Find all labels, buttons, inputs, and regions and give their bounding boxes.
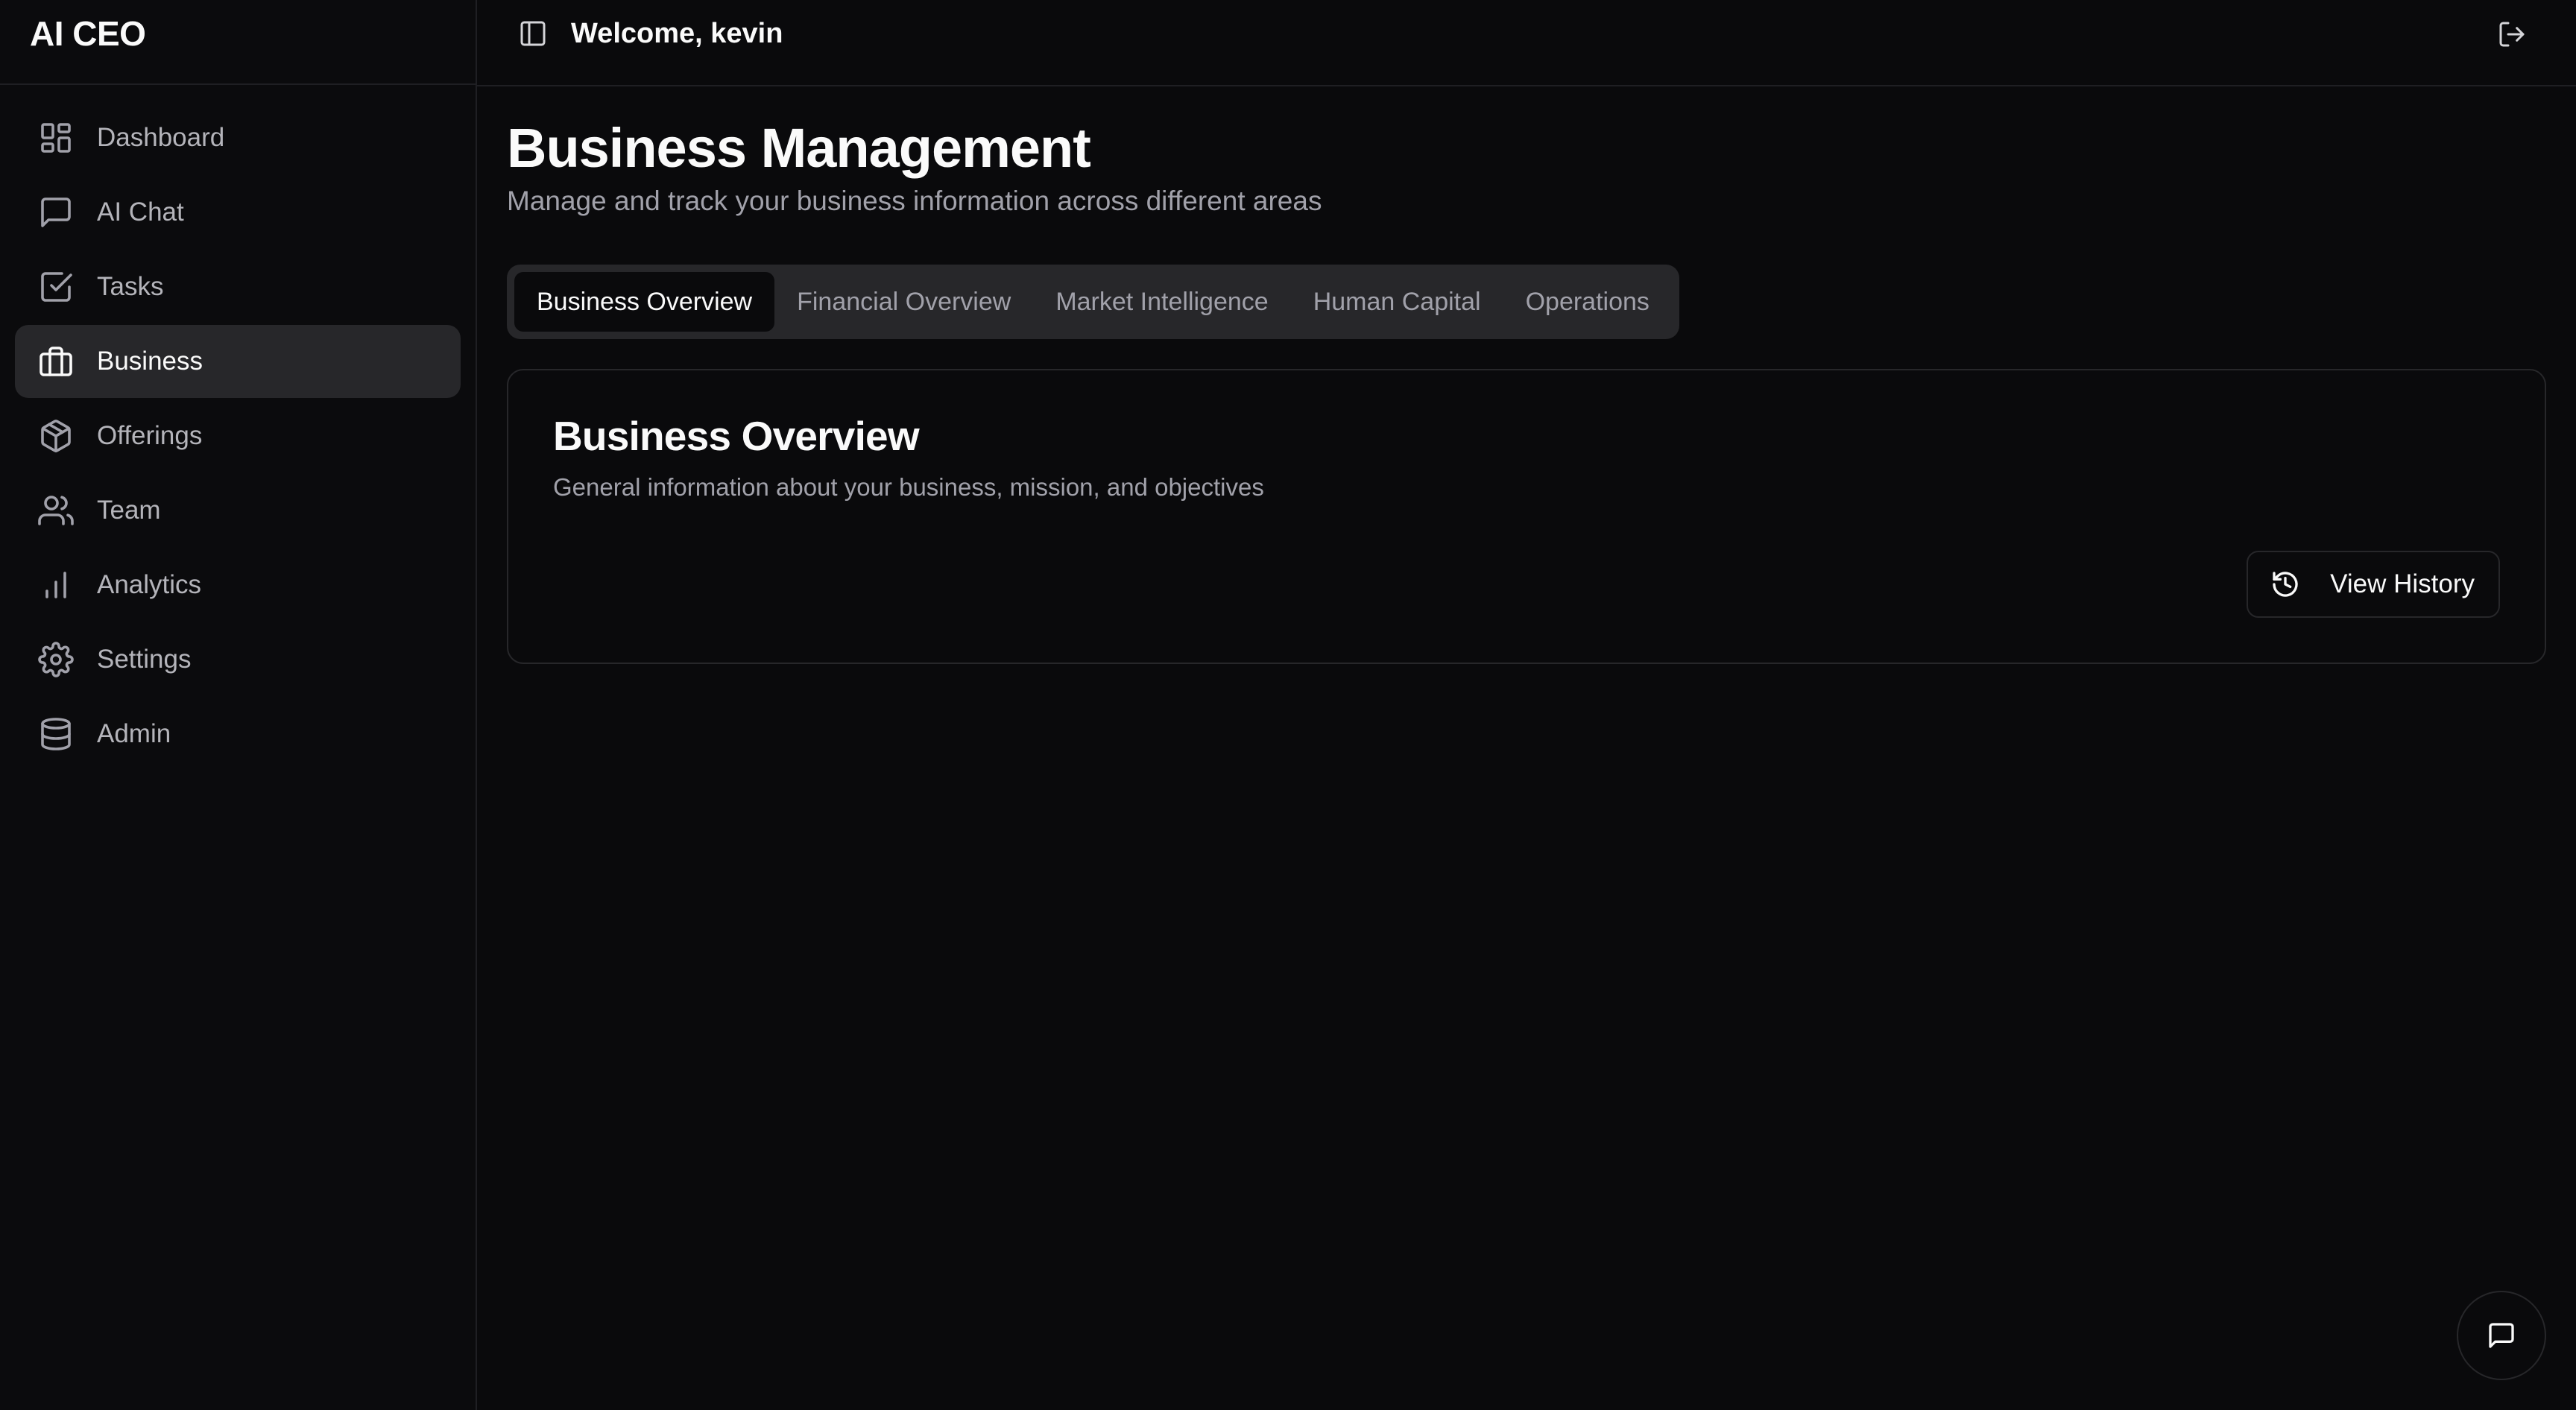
welcome-text: Welcome, kevin: [571, 17, 783, 49]
sidebar-item-label: Dashboard: [97, 123, 225, 152]
sidebar-toggle-icon[interactable]: [514, 15, 552, 52]
briefcase-icon: [37, 343, 75, 380]
page-subtitle: Manage and track your business informati…: [507, 186, 1322, 217]
tab-operations[interactable]: Operations: [1503, 272, 1672, 332]
sidebar-item-label: Offerings: [97, 421, 203, 450]
brand-logo[interactable]: AI CEO: [0, 0, 476, 85]
app-shell: AI CEO Dashboard AI Chat Tasks Business …: [0, 0, 2576, 1410]
sidebar-nav: Dashboard AI Chat Tasks Business Offerin…: [0, 85, 476, 771]
users-icon: [37, 492, 75, 529]
package-icon: [37, 417, 75, 455]
main-area: Welcome, kevin Business Management Manag…: [477, 0, 2576, 1410]
sidebar-item-label: Business: [97, 347, 203, 376]
message-square-icon: [37, 194, 75, 231]
page-content: Business Management Manage and track you…: [477, 86, 2576, 665]
view-history-label: View History: [2330, 569, 2475, 599]
sidebar-item-offerings[interactable]: Offerings: [15, 399, 461, 472]
sidebar: AI CEO Dashboard AI Chat Tasks Business …: [0, 0, 477, 1410]
dashboard-icon: [37, 119, 75, 157]
tab-list: Business Overview Financial Overview Mar…: [507, 265, 1679, 340]
top-bar: Welcome, kevin: [477, 0, 2576, 86]
gear-icon: [37, 641, 75, 678]
sidebar-item-label: AI Chat: [97, 197, 184, 227]
view-history-button[interactable]: View History: [2247, 551, 2500, 619]
tab-business-overview[interactable]: Business Overview: [514, 272, 775, 332]
business-overview-card: Business Overview General information ab…: [507, 369, 2546, 665]
history-icon: [2273, 572, 2298, 597]
page-title: Business Management: [507, 117, 1091, 179]
check-square-icon: [37, 268, 75, 306]
sidebar-item-business[interactable]: Business: [15, 325, 461, 398]
tab-human-capital[interactable]: Human Capital: [1291, 272, 1503, 332]
sidebar-item-admin[interactable]: Admin: [15, 698, 461, 771]
bar-chart-icon: [37, 566, 75, 604]
database-icon: [37, 715, 75, 753]
sidebar-item-dashboard[interactable]: Dashboard: [15, 101, 461, 174]
sidebar-item-analytics[interactable]: Analytics: [15, 548, 461, 622]
sidebar-item-label: Admin: [97, 719, 171, 748]
logout-icon[interactable]: [2493, 15, 2531, 54]
message-square-icon: [2489, 1323, 2514, 1348]
tab-market-intelligence[interactable]: Market Intelligence: [1033, 272, 1290, 332]
tab-financial-overview[interactable]: Financial Overview: [774, 272, 1033, 332]
sidebar-item-ai-chat[interactable]: AI Chat: [15, 176, 461, 249]
sidebar-item-team[interactable]: Team: [15, 474, 461, 547]
sidebar-item-label: Settings: [97, 645, 192, 674]
card-description: General information about your business,…: [553, 473, 1264, 502]
sidebar-item-label: Tasks: [97, 272, 164, 301]
card-title: Business Overview: [553, 413, 920, 460]
sidebar-item-tasks[interactable]: Tasks: [15, 250, 461, 323]
chat-launcher-button[interactable]: [2457, 1291, 2546, 1380]
sidebar-item-label: Analytics: [97, 570, 202, 599]
sidebar-item-settings[interactable]: Settings: [15, 623, 461, 696]
sidebar-item-label: Team: [97, 496, 161, 525]
